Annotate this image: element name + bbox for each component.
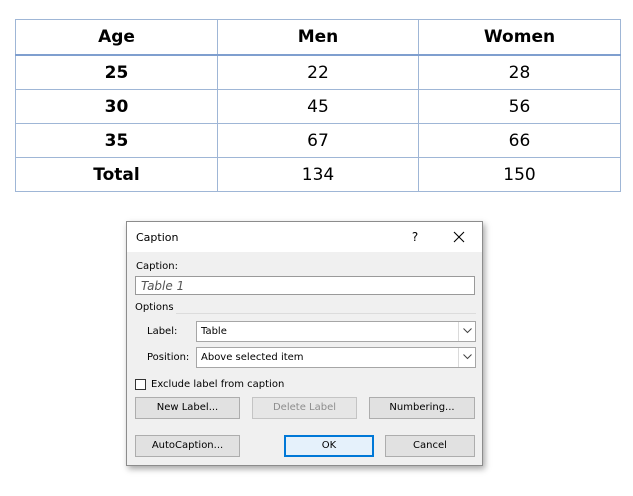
table-cell: Total	[15, 157, 218, 192]
table-cell: 30	[15, 89, 218, 124]
table-row-total: Total 134 150	[15, 157, 621, 192]
caption-dialog: Caption ? Caption: Table 1 Options Label…	[126, 221, 483, 466]
table-cell: 67	[217, 123, 419, 158]
new-label-button[interactable]: New Label...	[135, 397, 240, 419]
position-field-label: Position:	[147, 352, 190, 363]
table-row: 35 67 66	[15, 123, 621, 158]
label-dropdown[interactable]: Table	[196, 321, 476, 342]
table-cell: 35	[15, 123, 218, 158]
chevron-down-icon	[462, 354, 472, 360]
caption-field-label: Caption:	[136, 261, 178, 272]
column-header-age: Age	[15, 19, 218, 56]
position-dropdown-button[interactable]	[458, 348, 475, 367]
caption-input-value: Table 1	[141, 279, 185, 293]
table-cell: 150	[418, 157, 621, 192]
close-icon	[453, 231, 465, 243]
table-cell: 45	[217, 89, 419, 124]
caption-input[interactable]: Table 1	[135, 276, 475, 295]
position-dropdown[interactable]: Above selected item	[196, 347, 476, 368]
table-cell: 22	[217, 54, 419, 90]
dialog-title: Caption	[136, 231, 179, 244]
position-dropdown-value: Above selected item	[201, 352, 304, 363]
label-dropdown-value: Table	[201, 326, 227, 337]
cancel-button[interactable]: Cancel	[385, 435, 475, 457]
label-field-label: Label:	[147, 326, 178, 337]
autocaption-button[interactable]: AutoCaption...	[135, 435, 240, 457]
column-header-women: Women	[418, 19, 621, 56]
delete-label-button[interactable]: Delete Label	[252, 397, 357, 419]
ok-button[interactable]: OK	[284, 435, 374, 457]
options-group-label: Options	[135, 302, 174, 313]
table-cell: 134	[217, 157, 419, 192]
column-header-men: Men	[217, 19, 419, 56]
exclude-label-text[interactable]: Exclude label from caption	[151, 379, 284, 390]
table-header-row: Age Men Women	[15, 19, 621, 56]
options-divider	[176, 313, 476, 314]
exclude-label-checkbox[interactable]	[135, 379, 146, 390]
help-button[interactable]: ?	[407, 228, 423, 246]
table-cell: 25	[15, 54, 218, 90]
table-cell: 56	[418, 89, 621, 124]
label-dropdown-button[interactable]	[458, 322, 475, 341]
numbering-button[interactable]: Numbering...	[369, 397, 475, 419]
table-row: 25 22 28	[15, 54, 621, 90]
chevron-down-icon	[462, 328, 472, 334]
table-cell: 66	[418, 123, 621, 158]
table-row: 30 45 56	[15, 89, 621, 124]
close-button[interactable]	[450, 228, 468, 246]
data-table: Age Men Women 25 22 28 30 45 56 35 67 66…	[15, 19, 621, 192]
dialog-titlebar: Caption ?	[127, 222, 482, 252]
table-cell: 28	[418, 54, 621, 90]
